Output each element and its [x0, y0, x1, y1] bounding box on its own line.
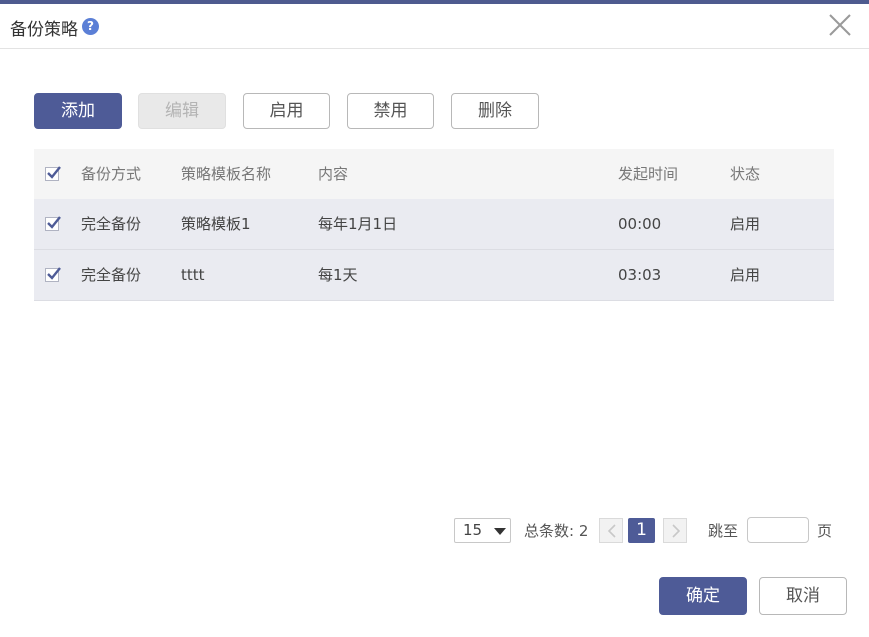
column-header-content[interactable]: 内容 [318, 149, 348, 199]
cell-template: tttt [181, 266, 205, 284]
cell-time: 03:03 [618, 266, 662, 284]
next-page-button[interactable] [663, 518, 687, 543]
help-icon[interactable]: ? [82, 18, 99, 35]
column-header-status[interactable]: 状态 [730, 149, 760, 199]
cell-content: 每年1月1日 [318, 215, 398, 233]
table-row[interactable]: 完全备份 tttt 每1天 03:03 启用 [34, 250, 834, 301]
select-all-checkbox[interactable] [45, 166, 61, 181]
column-header-template[interactable]: 策略模板名称 [181, 149, 271, 199]
table-row[interactable]: 完全备份 策略模板1 每年1月1日 00:00 启用 [34, 199, 834, 250]
cell-method: 完全备份 [81, 266, 142, 284]
dialog-header: 备份策略 ? [0, 4, 869, 49]
jump-to-label: 跳至 [708, 522, 739, 540]
page-size-select[interactable]: 15 [454, 518, 511, 543]
cell-content: 每1天 [318, 266, 358, 284]
cell-status: 启用 [730, 266, 761, 284]
chevron-down-icon [494, 528, 506, 535]
cell-method: 完全备份 [81, 215, 142, 233]
prev-page-button[interactable] [599, 518, 623, 543]
policy-table: 备份方式 策略模板名称 内容 发起时间 状态 完全备份 策略模板1 每年1月1日… [34, 149, 834, 301]
backup-policy-dialog: 备份策略 ? 添加 编辑 启用 禁用 删除 备份方式 策略模板名称 内容 发起时… [0, 0, 869, 637]
row-checkbox[interactable] [45, 267, 61, 282]
page-size-value: 15 [463, 521, 483, 539]
cell-time: 00:00 [618, 215, 662, 233]
confirm-button[interactable]: 确定 [659, 577, 747, 615]
jump-page-input[interactable] [747, 517, 809, 543]
enable-button[interactable]: 启用 [243, 93, 330, 129]
edit-button[interactable]: 编辑 [138, 93, 226, 129]
disable-button[interactable]: 禁用 [347, 93, 434, 129]
total-count: 总条数: 2 [524, 522, 589, 540]
table-header-row: 备份方式 策略模板名称 内容 发起时间 状态 [34, 149, 834, 199]
cell-template: 策略模板1 [181, 215, 251, 233]
add-button[interactable]: 添加 [34, 93, 122, 129]
cancel-button[interactable]: 取消 [759, 577, 847, 615]
row-checkbox[interactable] [45, 216, 61, 231]
column-header-time[interactable]: 发起时间 [618, 149, 678, 199]
dialog-title: 备份策略 [10, 20, 78, 40]
cell-status: 启用 [730, 215, 761, 233]
column-header-method[interactable]: 备份方式 [81, 149, 141, 199]
page-unit-label: 页 [817, 522, 833, 540]
delete-button[interactable]: 删除 [451, 93, 539, 129]
close-icon[interactable] [828, 13, 852, 37]
current-page-button[interactable]: 1 [628, 518, 655, 543]
